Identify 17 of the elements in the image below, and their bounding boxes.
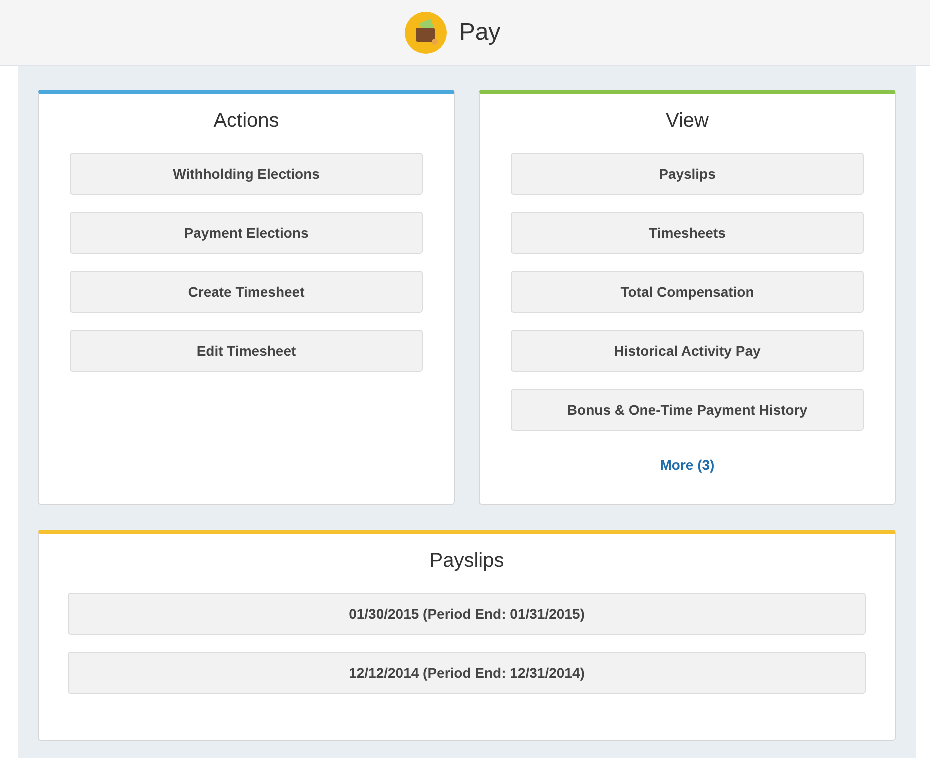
action-button[interactable]: 12/12/2014 (Period End: 12/31/2014)	[68, 652, 866, 694]
action-button[interactable]: 01/30/2015 (Period End: 01/31/2015)	[68, 593, 866, 635]
action-button[interactable]: Create Timesheet	[70, 271, 423, 313]
action-button[interactable]: Payslips	[511, 153, 864, 195]
action-button[interactable]: Historical Activity Pay	[511, 330, 864, 372]
action-button[interactable]: Withholding Elections	[70, 153, 423, 195]
action-button[interactable]: Timesheets	[511, 212, 864, 254]
wallet-icon	[405, 12, 448, 54]
card-title: Actions	[214, 109, 280, 134]
page-title: Pay	[459, 18, 501, 48]
card-title: Payslips	[430, 549, 504, 574]
more-link[interactable]: More (3)	[660, 455, 715, 476]
action-button[interactable]: Bonus & One-Time Payment History	[511, 389, 864, 431]
action-button[interactable]: Payment Elections	[70, 212, 423, 254]
action-button[interactable]: Total Compensation	[511, 271, 864, 313]
action-button[interactable]: Edit Timesheet	[70, 330, 423, 372]
card-title: View	[666, 109, 709, 134]
